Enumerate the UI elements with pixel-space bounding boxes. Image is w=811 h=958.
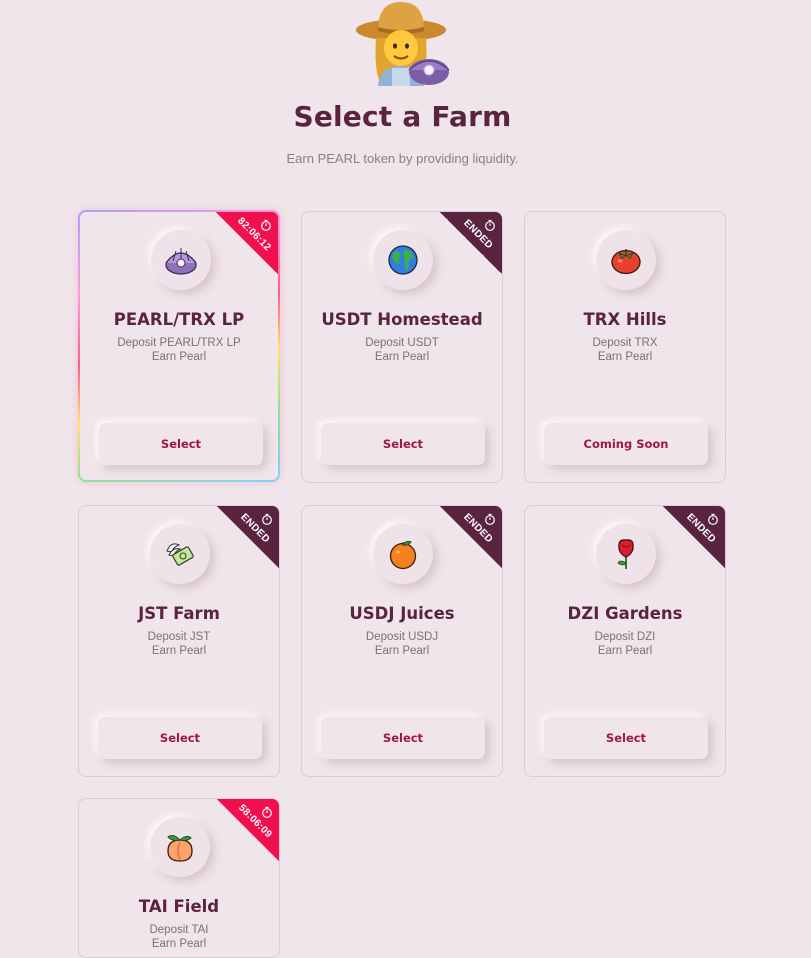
deposit-text: Deposit TAI — [149, 924, 209, 936]
select-farm-button[interactable]: Select — [544, 717, 708, 759]
ended-ribbon: ENDED — [440, 212, 502, 274]
stopwatch-icon — [485, 219, 495, 231]
select-farm-button[interactable]: Select — [99, 423, 263, 465]
farm-icon-badge — [150, 817, 210, 877]
farm-icon-badge — [596, 230, 656, 290]
earn-text: Earn Pearl — [374, 351, 430, 363]
farm-icon-badge — [373, 230, 433, 290]
earn-text: Earn Pearl — [597, 645, 653, 657]
select-farm-button[interactable]: Select — [321, 717, 485, 759]
page-title: Select a Farm — [293, 100, 512, 133]
countdown-ribbon: 82:06:12 — [216, 212, 278, 274]
farm-card-trx-hills[interactable]: TRX Hills Deposit TRX Earn Pearl Coming … — [524, 211, 726, 483]
farm-name: USDT Homestead — [321, 310, 483, 329]
farm-description: Deposit TAI Earn Pearl — [79, 923, 279, 951]
rose-icon — [617, 539, 634, 569]
farm-icon-badge — [373, 524, 433, 584]
earn-text: Earn Pearl — [597, 351, 653, 363]
deposit-text: Deposit TRX — [592, 337, 658, 349]
farm-description: Deposit DZI Earn Pearl — [525, 630, 725, 658]
farm-card-usdj-juices[interactable]: ENDED USDJ Juices Deposit USDJ Earn Pear… — [301, 505, 503, 777]
farm-description: Deposit PEARL/TRX LP Earn Pearl — [80, 336, 278, 364]
farm-card-tai-field[interactable]: 58:06:09 TAI Field Deposit TAI Earn Pear… — [78, 798, 280, 958]
farm-card-jst-farm[interactable]: ENDED JST Farm Deposit JST Earn Pearl Se… — [78, 505, 280, 777]
ended-ribbon: ENDED — [217, 506, 279, 568]
farm-card-usdt-homestead[interactable]: ENDED USDT Homestead Deposit USDT Earn P… — [301, 211, 503, 483]
farm-name: USDJ Juices — [349, 604, 455, 623]
coming-soon-button[interactable]: Coming Soon — [544, 423, 708, 465]
earn-text: Earn Pearl — [151, 645, 207, 657]
earn-text: Earn Pearl — [151, 938, 207, 950]
farm-description: Deposit USDJ Earn Pearl — [302, 630, 502, 658]
deposit-text: Deposit DZI — [594, 631, 656, 643]
page-subtitle: Earn PEARL token by providing liquidity. — [286, 151, 519, 166]
deposit-text: Deposit USDT — [365, 337, 439, 349]
farm-name: DZI Gardens — [567, 604, 683, 623]
select-farm-button[interactable]: Select — [321, 423, 485, 465]
farm-name: PEARL/TRX LP — [113, 310, 245, 329]
orange-icon — [389, 540, 417, 570]
farm-name: TAI Field — [138, 897, 220, 916]
tomato-icon — [611, 249, 641, 275]
farm-card-dzi-gardens[interactable]: ENDED DZI Gardens Deposit DZI Earn Pearl… — [524, 505, 726, 777]
peach-icon — [167, 835, 193, 862]
farm-description: Deposit JST Earn Pearl — [79, 630, 279, 658]
farm-name: TRX Hills — [583, 310, 667, 329]
deposit-text: Deposit USDJ — [365, 631, 439, 643]
countdown-ribbon: 58:06:09 — [217, 799, 279, 861]
money-wings-icon — [166, 543, 194, 566]
deposit-text: Deposit JST — [147, 631, 211, 643]
stopwatch-icon — [262, 513, 272, 525]
farm-icon-badge — [151, 230, 211, 290]
farm-description: Deposit TRX Earn Pearl — [525, 336, 725, 364]
farm-icon-badge — [596, 524, 656, 584]
globe-icon — [388, 245, 418, 275]
stopwatch-icon — [708, 513, 718, 525]
farm-description: Deposit USDT Earn Pearl — [302, 336, 502, 364]
farm-card-pearl-trx-lp[interactable]: 82:06:12 PEARL/TRX LP Deposit PEARL/TRX … — [78, 210, 280, 482]
farmer-pearl-icon — [356, 2, 450, 86]
farm-icon-badge — [150, 524, 210, 584]
ribbon-label: 82:06:12 — [235, 215, 273, 254]
ended-ribbon: ENDED — [663, 506, 725, 568]
page-header — [0, 0, 811, 90]
earn-text: Earn Pearl — [374, 645, 430, 657]
stopwatch-icon — [262, 806, 272, 818]
ended-ribbon: ENDED — [440, 506, 502, 568]
select-farm-button[interactable]: Select — [98, 717, 262, 759]
stopwatch-icon — [261, 219, 271, 231]
oyster-pearl-icon — [165, 248, 197, 275]
stopwatch-icon — [485, 513, 495, 525]
deposit-text: Deposit PEARL/TRX LP — [117, 337, 241, 349]
farm-name: JST Farm — [138, 604, 220, 623]
earn-text: Earn Pearl — [151, 351, 207, 363]
